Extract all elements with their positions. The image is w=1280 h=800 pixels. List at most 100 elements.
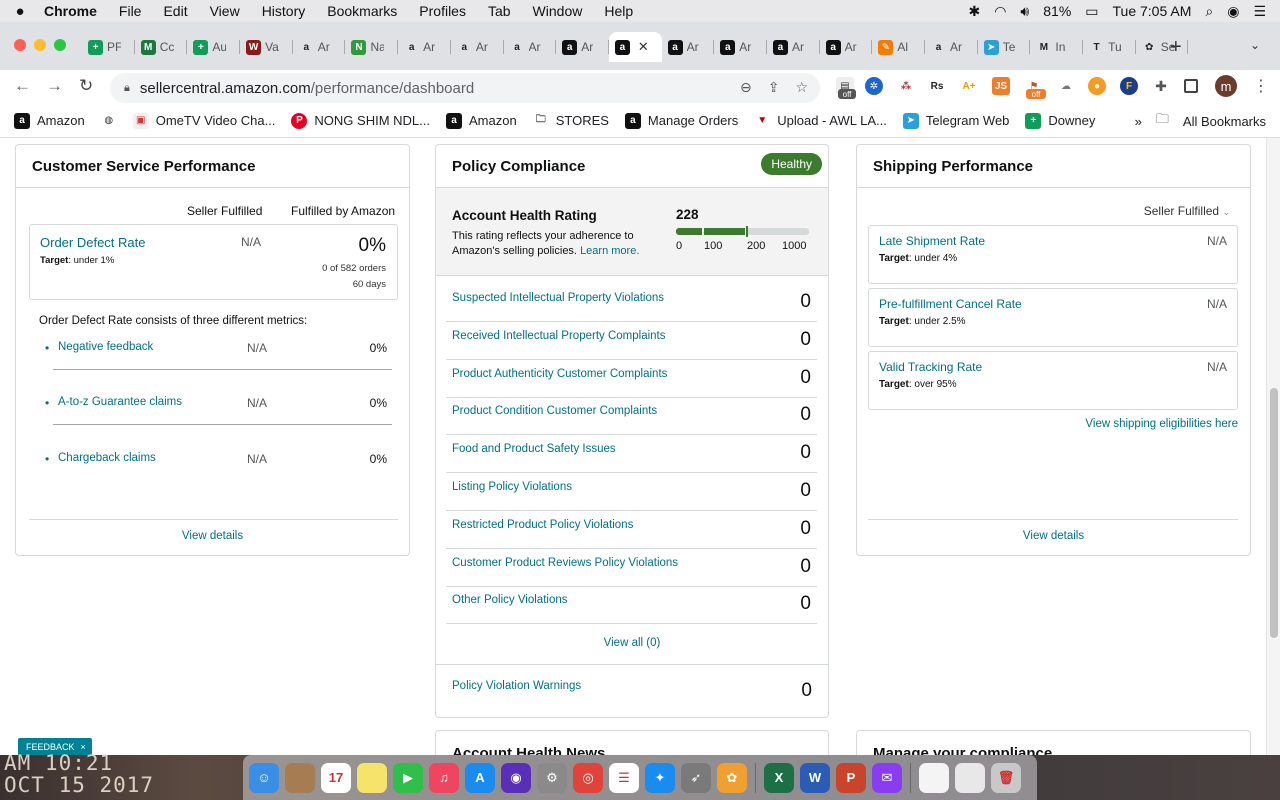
siri-icon[interactable]: ◉ (501, 762, 531, 793)
ext-cloud-icon[interactable]: ☁ (1057, 77, 1075, 95)
word-icon[interactable]: W (800, 762, 830, 793)
document-icon[interactable] (919, 762, 949, 793)
feedback-close-icon[interactable]: × (81, 742, 86, 752)
all-bookmarks-folder-icon[interactable]: 🗀︎ (1156, 110, 1169, 132)
policy-item-link[interactable]: Product Authenticity Customer Complaints (452, 368, 667, 380)
messenger-icon[interactable]: ✉ (872, 762, 902, 793)
tab[interactable]: a Ar (662, 32, 715, 62)
document-stack-icon[interactable] (955, 762, 985, 793)
tab[interactable]: ✎ Al (872, 32, 925, 62)
apple-menu-icon[interactable]: ● (0, 3, 40, 20)
tab[interactable]: a Ar (767, 32, 820, 62)
tab[interactable]: T Tu (1083, 32, 1136, 62)
menu-app-name[interactable]: Chrome (40, 3, 108, 19)
policy-violation-warnings-link[interactable]: Policy Violation Warnings (452, 680, 581, 692)
learn-more-link[interactable]: Learn more. (580, 245, 639, 257)
siri-menubar-icon[interactable]: ◉ (1227, 3, 1239, 20)
notes-folder-icon[interactable] (285, 762, 315, 793)
bookmark-upload-awl-la[interactable]: ▼ Upload - AWL LA... (754, 113, 887, 129)
excel-icon[interactable]: X (764, 762, 794, 793)
facetime-icon[interactable]: ▶ (393, 762, 423, 793)
tab[interactable]: M Cc (135, 32, 188, 62)
bookmark-nong-shim-ndl[interactable]: P NONG SHIM NDL... (291, 112, 430, 129)
metric-link-1[interactable]: A-to-z Guarantee claims (58, 396, 182, 408)
finder-icon[interactable]: ☺ (249, 762, 279, 793)
policy-item-link[interactable]: Listing Policy Violations (452, 481, 572, 493)
tab[interactable]: a Ar (398, 32, 451, 62)
new-tab-button[interactable]: + (1170, 36, 1182, 59)
tab-search-chevron-icon[interactable]: ⌄ (1250, 38, 1260, 52)
shipping-view-details-link[interactable]: View details (857, 530, 1250, 542)
minimize-window-button[interactable] (34, 39, 46, 51)
more-menu-icon[interactable]: ⋮ (1253, 76, 1269, 96)
ext-orange-icon[interactable]: ● (1088, 77, 1106, 95)
bookmark-ometv-video-cha[interactable]: ▣ OmeTV Video Cha... (132, 112, 275, 129)
control-center-icon[interactable]: ☰ (1253, 3, 1266, 20)
zoom-icon[interactable]: ⊖ (740, 79, 752, 96)
menu-bookmarks[interactable]: Bookmarks (316, 3, 408, 19)
safari-icon[interactable]: ✦ (645, 762, 675, 793)
menu-profiles[interactable]: Profiles (408, 3, 477, 19)
policy-item-link[interactable]: Suspected Intellectual Property Violatio… (452, 292, 664, 304)
bookmarks-overflow-icon[interactable]: » (1135, 114, 1142, 129)
bookmark-amazon[interactable]: a Amazon (446, 112, 517, 129)
photos-icon[interactable]: ✿ (717, 762, 747, 793)
tab[interactable]: + PF (82, 32, 135, 62)
forward-arrow-icon[interactable]: → (46, 76, 63, 96)
menu-history[interactable]: History (251, 3, 317, 19)
ext-plus-icon[interactable]: A+ (960, 77, 978, 95)
ext-snowflake-icon[interactable]: ✲ (865, 77, 883, 95)
ext-keepa-icon[interactable]: ⁂ (897, 77, 915, 95)
scrollbar-thumb[interactable] (1270, 388, 1278, 638)
shipping-metric-link[interactable]: Late Shipment Rate (879, 234, 985, 248)
launchpad-icon[interactable]: ➶ (681, 762, 711, 793)
tab[interactable]: N Na (345, 32, 398, 62)
metric-link-0[interactable]: Negative feedback (58, 341, 153, 353)
chrome-icon[interactable]: ◎ (573, 762, 603, 793)
menu-tab[interactable]: Tab (477, 3, 522, 19)
menu-view[interactable]: View (199, 3, 251, 19)
tab[interactable]: + Au (187, 32, 240, 62)
policy-item-link[interactable]: Customer Product Reviews Policy Violatio… (452, 557, 678, 569)
volume-icon[interactable]: 🔊︎ (1020, 3, 1029, 20)
extensions-puzzle-icon[interactable]: ✚ (1152, 77, 1170, 95)
back-arrow-icon[interactable]: ← (14, 76, 31, 96)
spotlight-search-icon[interactable]: ⌕ (1205, 3, 1213, 20)
close-tab-icon[interactable]: ✕ (638, 39, 649, 55)
policy-item-link[interactable]: Other Policy Violations (452, 594, 567, 606)
menu-window[interactable]: Window (522, 3, 594, 19)
notes-icon[interactable] (357, 762, 387, 793)
bookmark-globe[interactable]: ◍ (101, 113, 117, 129)
bookmark-amazon[interactable]: a Amazon (14, 112, 85, 129)
view-all-link[interactable]: View all (0) (436, 637, 828, 649)
ext-rs-icon[interactable]: Rs (928, 77, 946, 95)
tab[interactable]: a Ar (293, 32, 346, 62)
csp-view-details-link[interactable]: View details (16, 530, 409, 542)
policy-item-link[interactable]: Product Condition Customer Complaints (452, 405, 657, 417)
tab[interactable]: a Ar (714, 32, 767, 62)
tab[interactable]: M In (1030, 32, 1083, 62)
tab[interactable]: a ✕ (608, 32, 662, 62)
clock[interactable]: Tue 7:05 AM (1113, 3, 1192, 19)
tab[interactable]: a Ar (556, 32, 609, 62)
battery-icon[interactable]: ▭ (1085, 3, 1098, 20)
shipping-eligibilities-link[interactable]: View shipping eligibilities here (1085, 418, 1238, 430)
app-store-icon[interactable]: A (465, 762, 495, 793)
calendar-icon[interactable]: 17 (321, 762, 351, 793)
policy-item-link[interactable]: Food and Product Safety Issues (452, 443, 616, 455)
bookmark-star-icon[interactable]: ☆ (795, 79, 808, 96)
all-bookmarks-label[interactable]: All Bookmarks (1183, 114, 1266, 129)
menu-help[interactable]: Help (593, 3, 644, 19)
menu-file[interactable]: File (108, 3, 153, 19)
music-icon[interactable]: ♫ (429, 762, 459, 793)
wifi-icon[interactable]: ◠ (994, 3, 1006, 20)
side-panel-icon[interactable] (1184, 79, 1198, 93)
metric-link-2[interactable]: Chargeback claims (58, 452, 156, 464)
reload-icon[interactable]: ↻ (79, 76, 93, 96)
feedback-label[interactable]: FEEDBACK (26, 742, 75, 752)
trash-icon[interactable]: 🗑 (991, 762, 1021, 793)
order-defect-rate-link[interactable]: Order Defect Rate (40, 235, 146, 250)
ext-f-icon[interactable]: F (1120, 77, 1138, 95)
tab[interactable]: ➤ Te (978, 32, 1031, 62)
bluetooth-icon[interactable]: ✱ (968, 3, 980, 20)
